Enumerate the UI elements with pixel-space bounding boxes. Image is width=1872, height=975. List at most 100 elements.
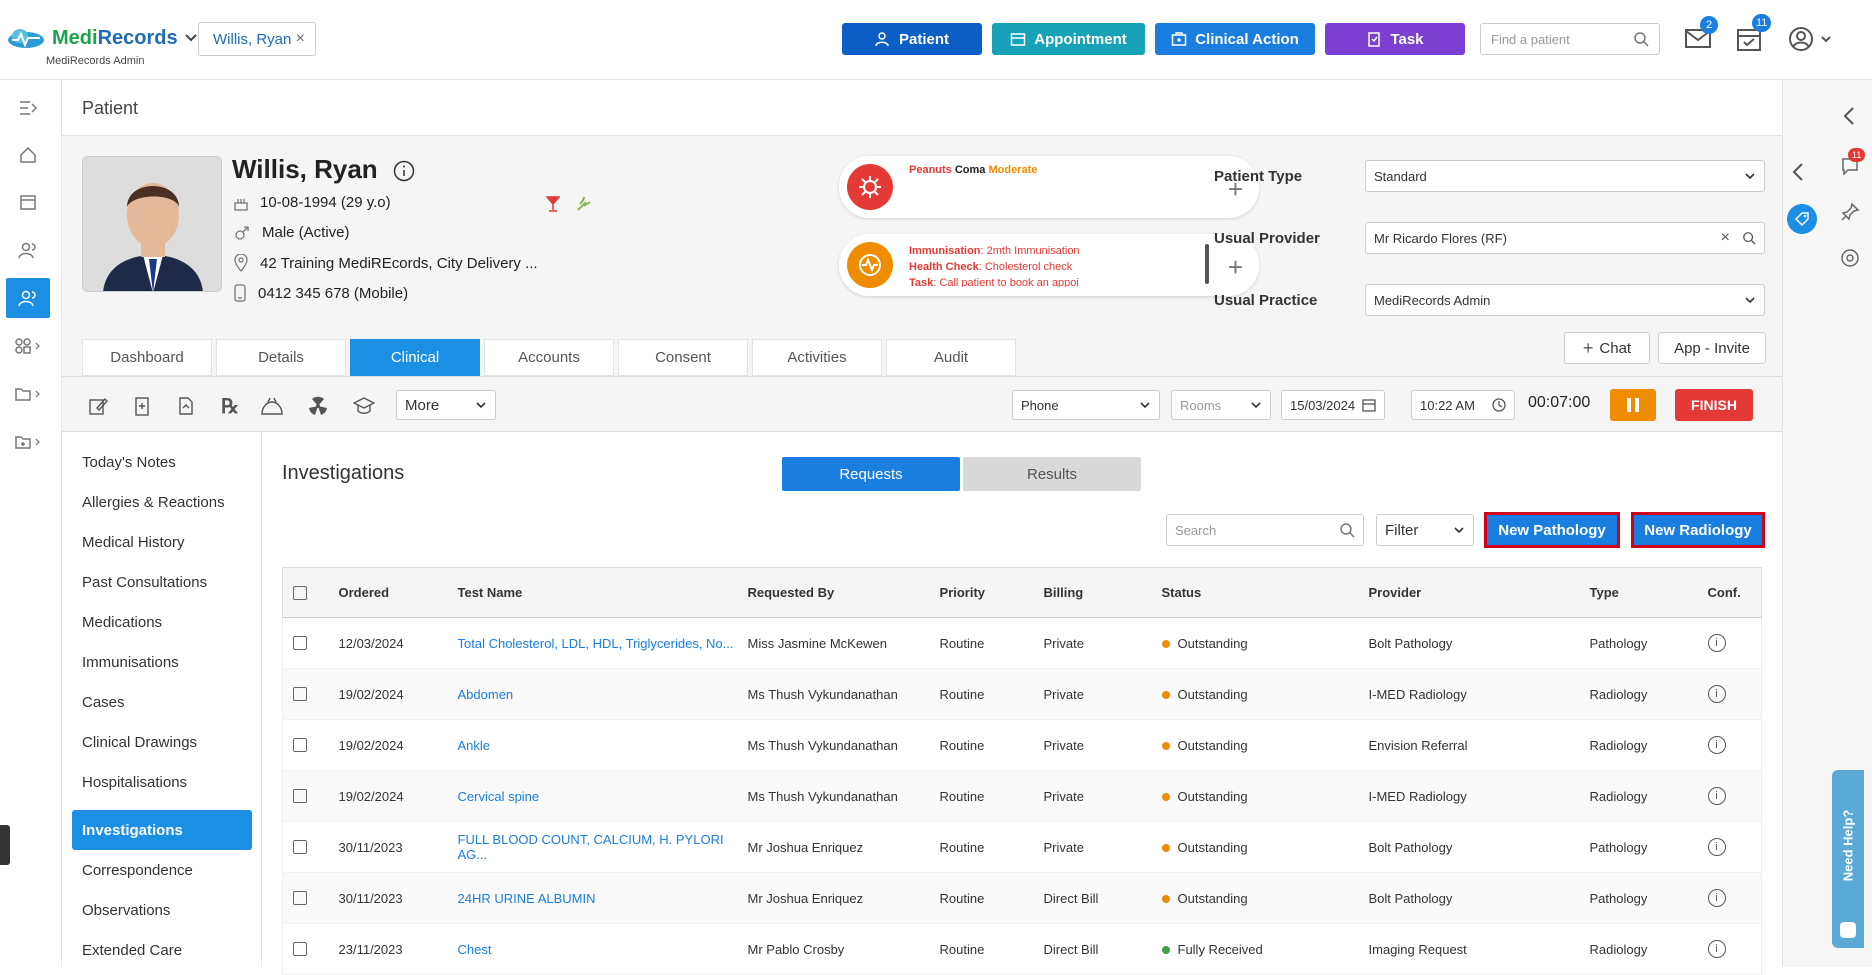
side-handle[interactable] (0, 825, 10, 865)
user-menu[interactable] (1788, 26, 1832, 52)
col-billing[interactable]: Billing (1043, 567, 1162, 618)
sidenav-cases[interactable]: Cases (72, 682, 252, 722)
education-icon[interactable] (352, 395, 376, 417)
chevron-down-icon[interactable] (184, 31, 198, 45)
date-input[interactable]: 15/03/2024 (1281, 390, 1385, 420)
modules-icon[interactable] (6, 326, 50, 366)
row-checkbox[interactable] (293, 942, 307, 956)
allergy-card[interactable]: Peanuts Coma Moderate + (839, 156, 1259, 218)
rooms-select[interactable]: Rooms (1171, 390, 1271, 420)
reminders-scrollbar[interactable] (1205, 244, 1209, 284)
clinical-action-button[interactable]: Clinical Action (1155, 23, 1315, 55)
patient-type-select[interactable]: Standard (1365, 160, 1765, 192)
tab-clinical[interactable]: Clinical (350, 339, 480, 376)
find-patient-search[interactable]: Find a patient (1480, 23, 1660, 55)
test-name-link[interactable]: Total Cholesterol, LDL, HDL, Triglycerid… (458, 636, 734, 651)
row-checkbox[interactable] (293, 636, 307, 650)
test-name-link[interactable]: Ankle (458, 738, 491, 753)
sidenav-medical-history[interactable]: Medical History (72, 522, 252, 562)
medical-certificate-icon[interactable] (130, 395, 154, 417)
tab-dashboard[interactable]: Dashboard (82, 339, 212, 376)
sidenav-clinical-drawings[interactable]: Clinical Drawings (72, 722, 252, 762)
usual-practice-select[interactable]: MediRecords Admin (1365, 284, 1765, 316)
folder-icon[interactable] (6, 374, 50, 414)
home-icon[interactable] (6, 135, 50, 175)
requests-tab[interactable]: Requests (782, 457, 960, 491)
table-row[interactable]: 30/11/2023 24HR URINE ALBUMIN Mr Joshua En… (282, 872, 1762, 924)
info-icon[interactable]: i (1707, 634, 1726, 652)
edit-note-icon[interactable] (86, 395, 110, 417)
col-test-name[interactable]: Test Name (457, 567, 748, 618)
collapse-sidebar-icon[interactable] (1842, 106, 1856, 126)
table-row[interactable]: 19/02/2024 Cervical spine Ms Thush Vykunda… (282, 770, 1762, 822)
usual-provider-select[interactable]: Mr Ricardo Flores (RF) × (1365, 222, 1765, 254)
clear-icon[interactable]: × (1721, 229, 1730, 247)
staff-icon[interactable] (6, 230, 50, 270)
row-checkbox[interactable] (293, 789, 307, 803)
table-row[interactable]: 19/02/2024 Ankle Ms Thush Vykundanathan Rou… (282, 719, 1762, 771)
results-tab[interactable]: Results (963, 457, 1141, 491)
row-checkbox[interactable] (293, 891, 307, 905)
pathology-icon[interactable] (260, 395, 284, 417)
filter-dropdown[interactable]: Filter (1376, 514, 1474, 546)
col-type[interactable]: Type (1589, 567, 1708, 618)
row-checkbox[interactable] (293, 738, 307, 752)
chat-icon[interactable]: 11 (1840, 148, 1866, 176)
info-icon[interactable]: i (1707, 940, 1726, 958)
investigations-search-input[interactable]: Search (1166, 514, 1364, 546)
tab-accounts[interactable]: Accounts (484, 339, 614, 376)
more-dropdown[interactable]: More (396, 390, 496, 420)
app-invite-button[interactable]: App - Invite (1658, 332, 1766, 364)
open-patient-tag[interactable]: Willis, Ryan × (198, 22, 316, 56)
col-status[interactable]: Status (1161, 567, 1369, 618)
test-name-link[interactable]: Abdomen (458, 687, 514, 702)
need-help-button[interactable]: Need Help? (1832, 770, 1864, 948)
mention-icon[interactable] (1840, 248, 1860, 268)
table-row[interactable]: 12/03/2024 Total Cholesterol, LDL, HDL, T… (282, 617, 1762, 669)
test-name-link[interactable]: 24HR URINE ALBUMIN (458, 891, 596, 906)
time-input[interactable]: 10:22 AM (1411, 390, 1515, 420)
reminders-card[interactable]: Immunisation: 2mth Immunisation Health C… (839, 234, 1259, 296)
close-icon[interactable]: × (296, 30, 305, 48)
add-reminder-icon[interactable]: + (1228, 252, 1243, 283)
select-all-checkbox[interactable] (293, 585, 307, 600)
search-icon[interactable] (1633, 31, 1649, 47)
new-pathology-button[interactable]: New Pathology (1484, 512, 1620, 548)
new-radiology-button[interactable]: New Radiology (1631, 512, 1765, 548)
col-ordered[interactable]: Ordered (338, 567, 458, 618)
col-confidential[interactable]: Conf. (1707, 567, 1762, 618)
pause-button[interactable] (1610, 389, 1656, 421)
mail-button[interactable]: 2 (1684, 16, 1718, 50)
sidenav-correspondence[interactable]: Correspondence (72, 850, 252, 890)
document-icon[interactable] (174, 395, 198, 417)
folder-add-icon[interactable] (6, 422, 50, 462)
test-name-link[interactable]: Chest (458, 942, 492, 957)
sidenav-todays-notes[interactable]: Today's Notes (72, 442, 252, 482)
info-icon[interactable]: i (1707, 685, 1726, 703)
info-icon[interactable]: i (1707, 787, 1726, 805)
radiation-icon[interactable] (306, 395, 330, 417)
row-checkbox[interactable] (293, 687, 307, 701)
table-row[interactable]: 19/02/2024 Abdomen Ms Thush Vykundanathan R… (282, 668, 1762, 720)
info-icon[interactable]: i (1707, 889, 1726, 907)
sidenav-past-consultations[interactable]: Past Consultations (72, 562, 252, 602)
new-patient-button[interactable]: Patient (842, 23, 982, 55)
row-checkbox[interactable] (293, 840, 307, 854)
col-priority[interactable]: Priority (939, 567, 1044, 618)
col-requested-by[interactable]: Requested By (747, 567, 940, 618)
chat-button[interactable]: + Chat (1564, 332, 1650, 364)
sidenav-immunisations[interactable]: Immunisations (72, 642, 252, 682)
sidenav-extended-care[interactable]: Extended Care (72, 930, 252, 970)
table-row[interactable]: 30/11/2023 FULL BLOOD COUNT, CALCIUM, H. … (282, 821, 1762, 873)
search-icon[interactable] (1742, 231, 1756, 245)
sidenav-hospitalisations[interactable]: Hospitalisations (72, 762, 252, 802)
tasks-button[interactable]: 11 (1736, 14, 1772, 52)
col-provider[interactable]: Provider (1368, 567, 1590, 618)
test-name-link[interactable]: FULL BLOOD COUNT, CALCIUM, H. PYLORI AG.… (458, 832, 724, 862)
sidenav-medications[interactable]: Medications (72, 602, 252, 642)
sidenav-observations[interactable]: Observations (72, 890, 252, 930)
tab-consent[interactable]: Consent (618, 339, 748, 376)
pin-icon[interactable] (1840, 202, 1860, 222)
tab-activities[interactable]: Activities (752, 339, 882, 376)
finish-button[interactable]: FINISH (1675, 389, 1753, 421)
